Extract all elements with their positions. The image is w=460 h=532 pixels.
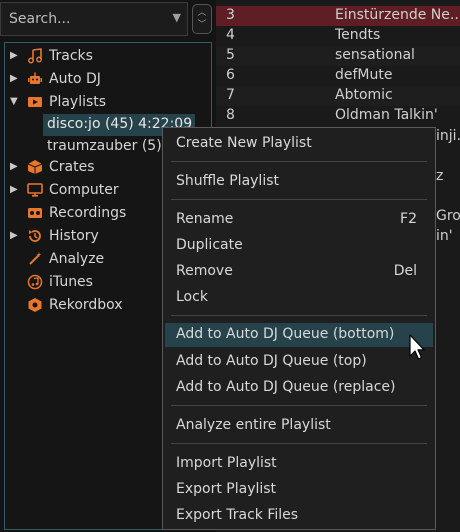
chevron-up-icon[interactable]: ︿: [193, 8, 211, 18]
menu-item-export-playlist[interactable]: Export Playlist: [165, 478, 433, 500]
music-note-icon: [28, 48, 42, 64]
menu-item-label: Add to Auto DJ Queue (replace): [176, 379, 396, 395]
chevron-down-icon[interactable]: ﹀: [193, 20, 211, 30]
sidebar-item-label: History: [49, 228, 99, 244]
menu-item-label: Create New Playlist: [176, 135, 312, 151]
sidebar-item-label: Tracks: [49, 48, 93, 64]
menu-item-label: Rename: [176, 211, 234, 227]
track-title-partial: inji..: [436, 128, 460, 144]
menu-item-label: Export Playlist: [176, 481, 277, 497]
expand-arrow-icon[interactable]: ▶: [10, 184, 18, 195]
expand-arrow-icon[interactable]: ▶: [10, 161, 18, 172]
track-title: Einstürzende Ne...: [335, 7, 460, 23]
track-title-partial: z: [436, 168, 444, 184]
menu-item-add-to-auto-dj-replace[interactable]: Add to Auto DJ Queue (replace): [165, 376, 433, 398]
menu-item-add-to-auto-dj-top[interactable]: Add to Auto DJ Queue (top): [165, 350, 433, 372]
crate-icon: [27, 160, 43, 174]
menu-item-create-new-playlist[interactable]: Create New Playlist: [165, 132, 433, 154]
menu-item-duplicate[interactable]: Duplicate: [165, 234, 433, 256]
itunes-icon: [27, 274, 43, 290]
menu-separator: [171, 315, 427, 316]
expand-arrow-icon[interactable]: ▶: [10, 50, 18, 61]
track-number: 8: [226, 107, 235, 123]
table-row[interactable]: 6 defMute: [216, 66, 460, 86]
sidebar-item-tracks[interactable]: ▶ Tracks: [5, 45, 211, 68]
menu-item-rename[interactable]: Rename F2: [165, 208, 433, 230]
mouse-cursor-icon: [409, 334, 425, 360]
menu-separator: [171, 443, 427, 444]
sidebar-item-label: Auto DJ: [49, 71, 101, 87]
menu-item-label: Duplicate: [176, 237, 243, 253]
track-title: Tendts: [335, 27, 381, 43]
track-title: Oldman Talkin': [335, 107, 438, 123]
menu-item-label: Analyze entire Playlist: [176, 417, 331, 433]
track-title-partial: in': [436, 228, 453, 244]
menu-item-shortcut: F2: [400, 211, 417, 227]
table-row[interactable]: 5 sensational: [216, 46, 460, 66]
table-row[interactable]: 4 Tendts: [216, 26, 460, 46]
sidebar-item-label: Playlists: [49, 94, 107, 110]
sidebar-item-label: Recordings: [49, 205, 127, 221]
playlist-icon: [28, 97, 42, 107]
rekordbox-icon: [28, 298, 42, 312]
menu-item-shortcut: Del: [393, 263, 417, 279]
menu-item-label: Shuffle Playlist: [176, 173, 279, 189]
menu-separator: [171, 199, 427, 200]
history-icon: [29, 230, 41, 242]
table-row[interactable]: 3 Einstürzende Ne...: [216, 6, 460, 26]
search-spin-control[interactable]: ︿ ﹀: [192, 4, 212, 34]
menu-item-label: Lock: [176, 289, 208, 305]
sidebar-item-playlists[interactable]: ▼ Playlists: [5, 91, 211, 114]
menu-item-analyze-entire-playlist[interactable]: Analyze entire Playlist: [165, 414, 433, 436]
robot-icon: [28, 72, 42, 84]
track-title: Abtomic: [335, 87, 393, 103]
sidebar-item-label: Crates: [49, 159, 95, 175]
track-title: sensational: [335, 47, 415, 63]
track-number: 6: [226, 67, 235, 83]
search-dropdown-icon[interactable]: ▼: [173, 11, 181, 24]
menu-item-label: Remove: [176, 263, 233, 279]
menu-item-lock[interactable]: Lock: [165, 286, 433, 308]
search-input[interactable]: [1, 3, 166, 35]
search-box[interactable]: ▼: [0, 2, 188, 36]
menu-item-label: Add to Auto DJ Queue (bottom): [176, 326, 395, 342]
track-number: 3: [226, 7, 235, 23]
menu-item-add-to-auto-dj-bottom[interactable]: Add to Auto DJ Queue (bottom): [165, 323, 433, 347]
track-number: 7: [226, 87, 235, 103]
playlist-item[interactable]: traumzauber (5): [43, 136, 163, 158]
tape-icon: [28, 208, 42, 218]
sidebar-item-label: iTunes: [49, 274, 93, 290]
track-title: defMute: [335, 67, 393, 83]
sidebar-item-auto-dj[interactable]: ▶ Auto DJ: [5, 68, 211, 91]
menu-item-label: Import Playlist: [176, 455, 277, 471]
menu-item-import-playlist[interactable]: Import Playlist: [165, 452, 433, 474]
track-number: 4: [226, 27, 235, 43]
wand-icon: [29, 252, 42, 265]
menu-separator: [171, 405, 427, 406]
sidebar-item-label: Computer: [49, 182, 119, 198]
sidebar-item-label: Analyze: [49, 251, 105, 267]
menu-item-shuffle-playlist[interactable]: Shuffle Playlist: [165, 170, 433, 192]
table-row[interactable]: 7 Abtomic: [216, 86, 460, 106]
menu-item-label: Export Track Files: [176, 507, 299, 523]
menu-item-label: Add to Auto DJ Queue (top): [176, 353, 367, 369]
track-number: 5: [226, 47, 235, 63]
sidebar-item-label: Rekordbox: [49, 297, 123, 313]
menu-item-remove[interactable]: Remove Del: [165, 260, 433, 282]
expand-arrow-icon[interactable]: ▶: [10, 230, 18, 241]
monitor-icon: [27, 183, 43, 197]
menu-separator: [171, 161, 427, 162]
track-title-partial: Gro..: [436, 208, 460, 224]
expand-arrow-icon[interactable]: ▶: [10, 73, 18, 84]
table-row[interactable]: 8 Oldman Talkin': [216, 106, 460, 126]
menu-item-export-track-files[interactable]: Export Track Files: [165, 504, 433, 526]
context-menu: Create New Playlist Shuffle Playlist Ren…: [162, 127, 436, 530]
collapse-arrow-icon[interactable]: ▼: [10, 96, 18, 107]
playlist-label: traumzauber (5): [47, 138, 162, 154]
